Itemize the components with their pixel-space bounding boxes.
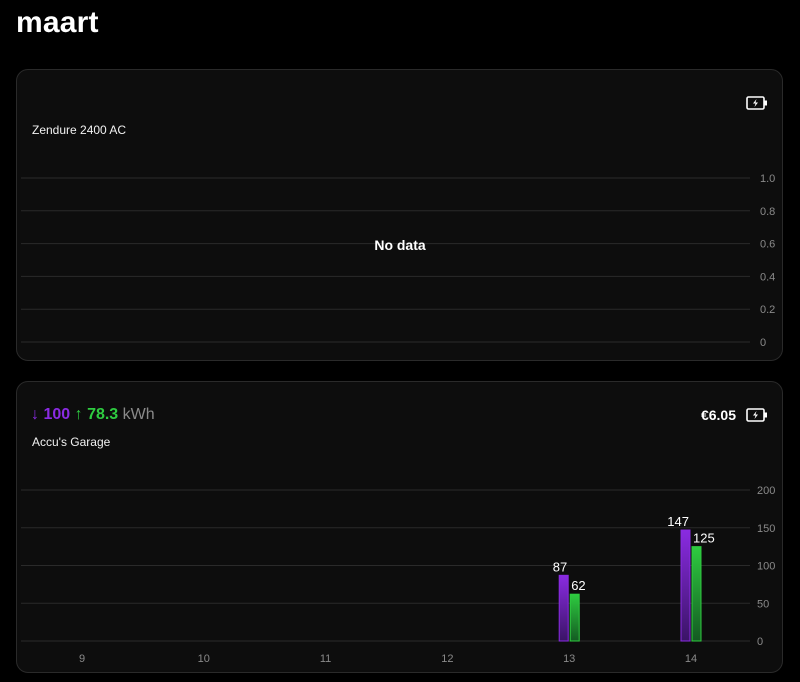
accus-garage-card[interactable]: ↓ 100 ↑ 78.3 kWh €6.05 Accu's Garage 200… (16, 381, 783, 673)
bar[interactable] (680, 529, 691, 642)
empty-chart: 1.0 0.8 0.6 0.4 0.2 0 No data (21, 173, 775, 349)
x-tick-label: 10 (198, 653, 210, 665)
y-tick-label: 0.6 (760, 239, 775, 251)
x-tick-label: 9 (79, 653, 85, 665)
y-tick-label: 0.4 (760, 271, 775, 283)
y-tick-label: 100 (757, 561, 775, 573)
x-tick-label: 13 (563, 653, 575, 665)
energy-bar-chart[interactable]: 200 150 100 50 0 9 10 11 12 13 14 87 62 147 125 (17, 382, 784, 674)
x-tick-label: 12 (441, 653, 453, 665)
y-tick-label: 150 (757, 523, 775, 535)
y-tick-label: 0.2 (760, 304, 775, 316)
y-tick-label: 50 (757, 598, 769, 610)
bar[interactable] (558, 574, 569, 642)
bar-value-label: 62 (571, 578, 585, 593)
page-title: maart (16, 6, 99, 39)
x-tick-label: 14 (685, 653, 697, 665)
bar-value-label: 125 (693, 531, 715, 546)
bar-value-label: 147 (667, 514, 689, 529)
y-tick-label: 0 (760, 337, 766, 349)
bar-value-label: 87 (553, 559, 567, 574)
y-tick-label: 0 (757, 636, 763, 648)
y-tick-label: 200 (757, 485, 775, 497)
x-tick-label: 11 (320, 653, 331, 665)
bar[interactable] (691, 546, 702, 642)
y-tick-label: 0.8 (760, 206, 775, 218)
bar[interactable] (569, 593, 580, 642)
no-data-label: No data (374, 237, 426, 253)
y-tick-label: 1.0 (760, 173, 775, 185)
zendure-card[interactable]: Zendure 2400 AC 1.0 0.8 0.6 0.4 0.2 0 No data (16, 69, 783, 361)
